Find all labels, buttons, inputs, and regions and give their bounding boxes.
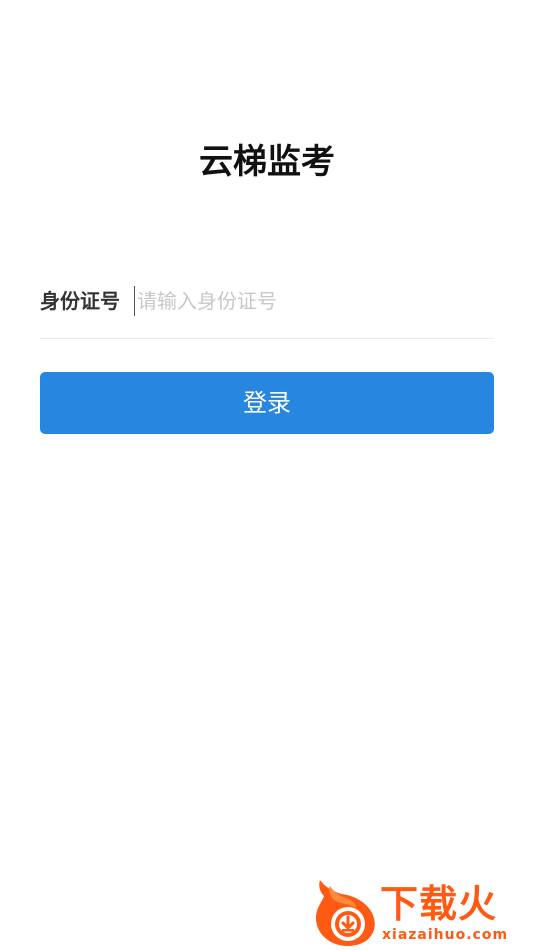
watermark-brand: 下载火 — [380, 882, 498, 926]
id-number-input[interactable] — [134, 286, 487, 316]
id-number-label: 身份证号 — [40, 289, 120, 313]
watermark-domain: xiazaihuo.com — [382, 927, 509, 943]
id-number-row: 身份证号 — [40, 280, 494, 339]
app-title: 云梯监考 — [199, 142, 335, 182]
flame-download-icon — [316, 880, 375, 946]
watermark: 下载火 xiazaihuo.com — [312, 878, 528, 946]
login-button[interactable]: 登录 — [40, 372, 494, 434]
